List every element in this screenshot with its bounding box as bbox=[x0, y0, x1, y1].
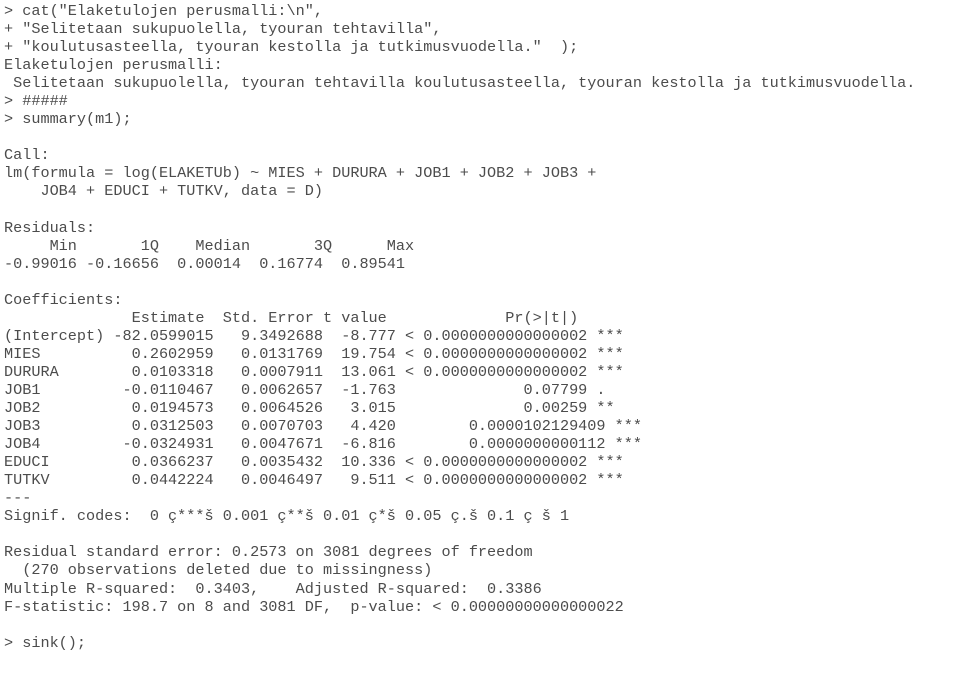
console-line: Residual standard error: 0.2573 on 3081 … bbox=[4, 543, 533, 562]
console-blank-line bbox=[4, 128, 956, 146]
console-line: --- bbox=[4, 489, 32, 508]
console-blank-line bbox=[4, 616, 956, 634]
console-line: F-statistic: 198.7 on 8 and 3081 DF, p-v… bbox=[4, 597, 624, 616]
console-line: Coefficients: bbox=[4, 290, 123, 309]
console-line: Multiple R-squared: 0.3403, Adjusted R-s… bbox=[4, 579, 542, 598]
console-line: JOB4 + EDUCI + TUTKV, data = D) bbox=[4, 182, 323, 201]
console-line: JOB2 0.0194573 0.0064526 3.015 0.00259 *… bbox=[4, 399, 615, 418]
console-line: JOB4 -0.0324931 0.0047671 -6.816 0.00000… bbox=[4, 435, 642, 454]
console-line: > sink(); bbox=[4, 633, 87, 652]
console-line: + "Selitetaan sukupuolella, tyouran teht… bbox=[4, 20, 442, 39]
console-line: Min 1Q Median 3Q Max bbox=[4, 236, 415, 255]
console-line: (Intercept) -82.0599015 9.3492688 -8.777… bbox=[4, 326, 624, 345]
console-line: > cat("Elaketulojen perusmalli:\n", bbox=[4, 2, 323, 20]
console-line: Call: bbox=[4, 146, 50, 165]
console-line: MIES 0.2602959 0.0131769 19.754 < 0.0000… bbox=[4, 344, 624, 363]
r-console-output: > cat("Elaketulojen perusmalli:\n", + "Se… bbox=[4, 2, 956, 652]
console-line: EDUCI 0.0366237 0.0035432 10.336 < 0.000… bbox=[4, 453, 624, 472]
console-line: Selitetaan sukupuolella, tyouran tehtavi… bbox=[4, 74, 916, 93]
console-line: TUTKV 0.0442224 0.0046497 9.511 < 0.0000… bbox=[4, 471, 624, 490]
console-line: JOB1 -0.0110467 0.0062657 -1.763 0.07799… bbox=[4, 380, 606, 399]
console-blank-line bbox=[4, 525, 956, 543]
console-line: Elaketulojen perusmalli: bbox=[4, 56, 223, 75]
console-blank-line bbox=[4, 273, 956, 291]
console-line: + "koulutusasteella, tyouran kestolla ja… bbox=[4, 38, 579, 57]
console-line: lm(formula = log(ELAKETUb) ~ MIES + DURU… bbox=[4, 164, 597, 183]
console-blank-line bbox=[4, 201, 956, 219]
console-line: > summary(m1); bbox=[4, 110, 132, 129]
console-line: Residuals: bbox=[4, 218, 96, 237]
console-line: Estimate Std. Error t value Pr(>|t|) bbox=[4, 308, 579, 327]
console-line: (270 observations deleted due to missing… bbox=[4, 561, 433, 580]
console-line: > ##### bbox=[4, 92, 68, 111]
console-line: Signif. codes: 0 ç***š 0.001 ç**š 0.01 ç… bbox=[4, 507, 570, 526]
console-line: JOB3 0.0312503 0.0070703 4.420 0.0000102… bbox=[4, 417, 642, 436]
console-line: -0.99016 -0.16656 0.00014 0.16774 0.8954… bbox=[4, 254, 406, 273]
console-line: DURURA 0.0103318 0.0007911 13.061 < 0.00… bbox=[4, 362, 624, 381]
